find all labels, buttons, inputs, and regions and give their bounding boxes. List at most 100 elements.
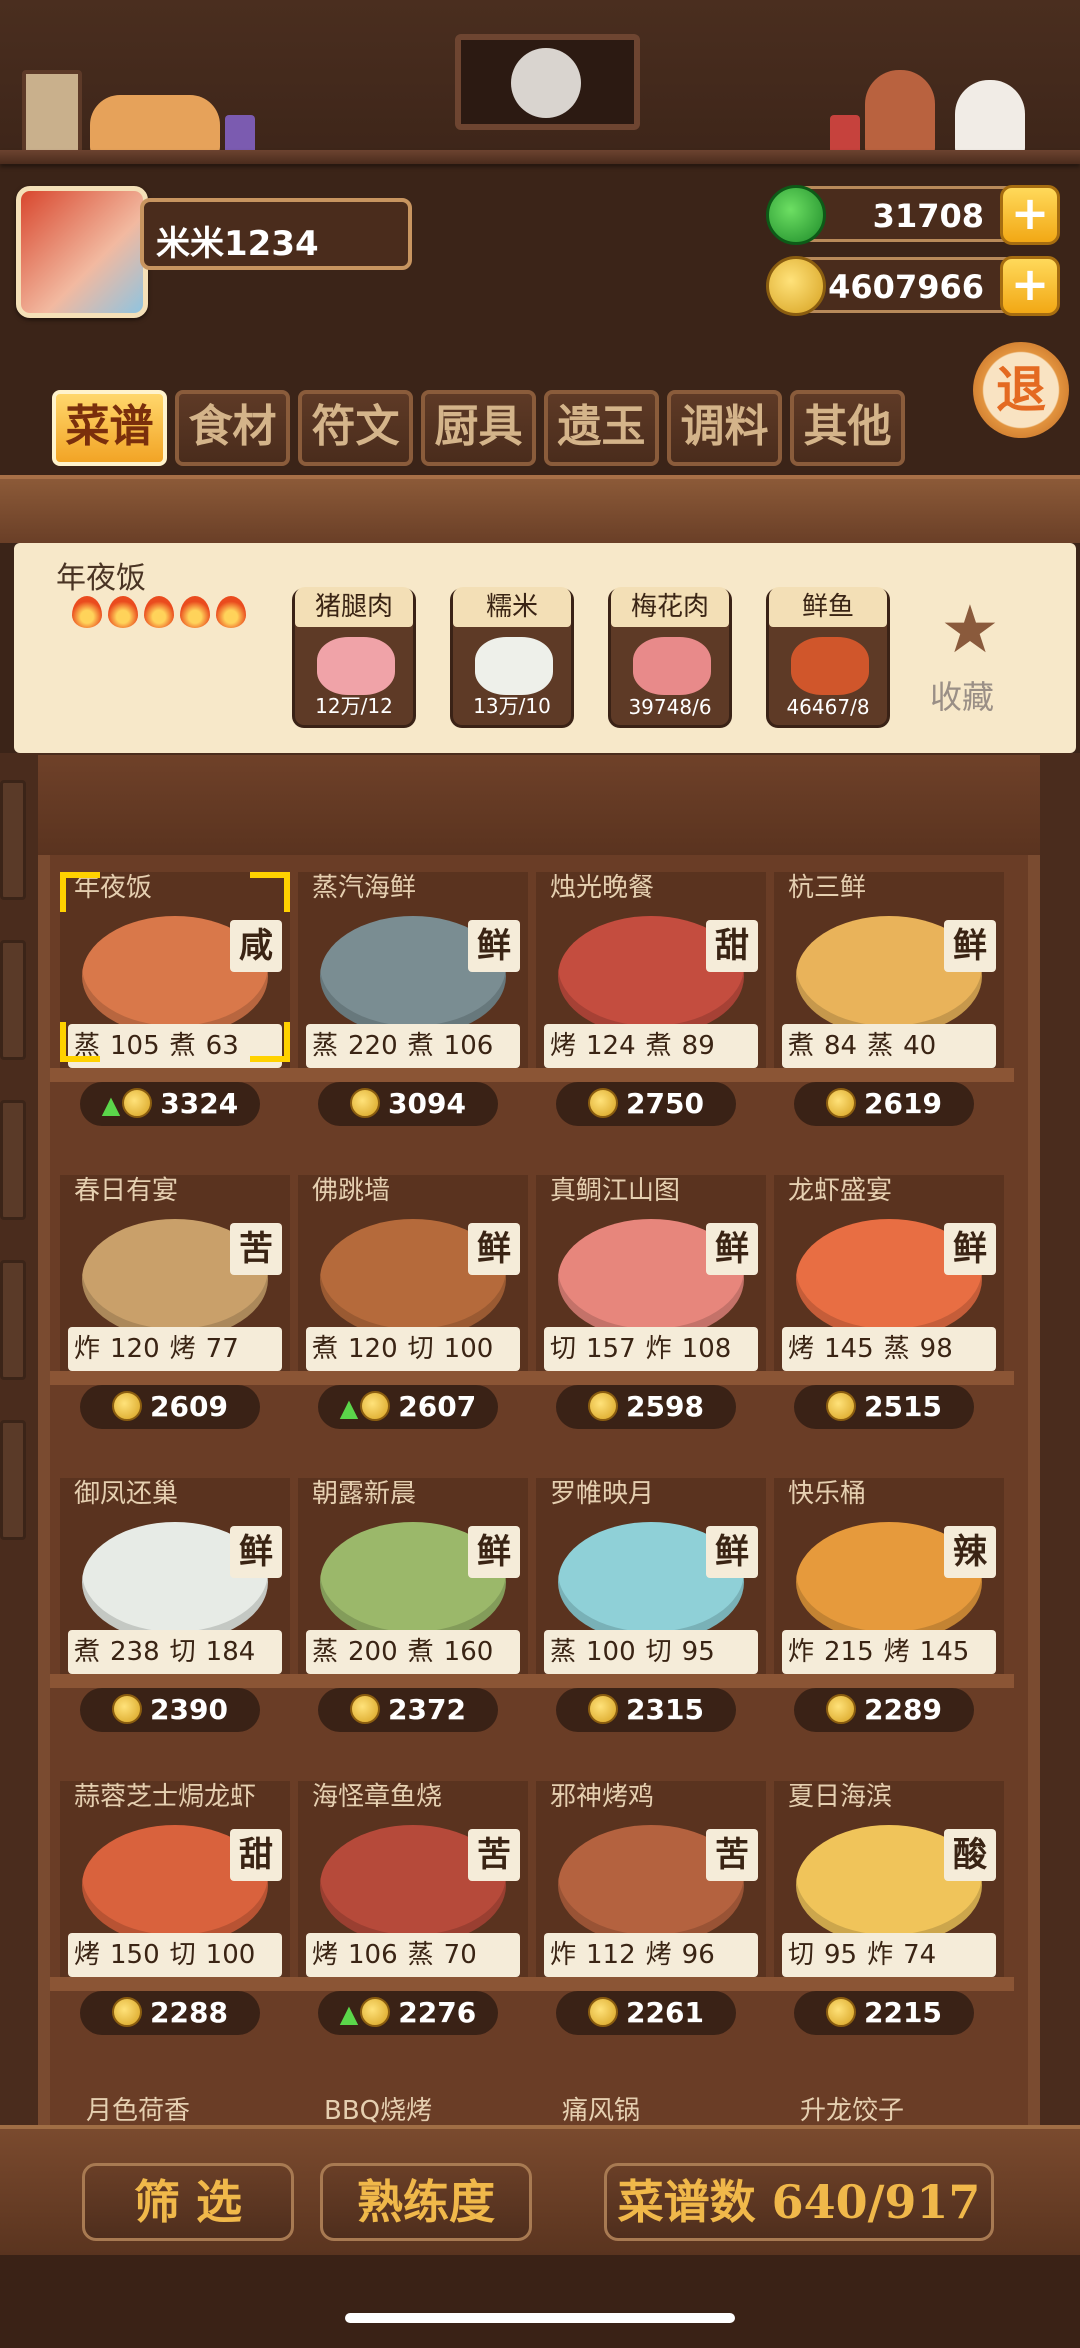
price-tag: 2315 xyxy=(556,1688,736,1732)
recipe-card[interactable]: 佛跳墙鲜煮 120 切 100 ▲ 2607 xyxy=(288,1175,538,1465)
tab-cookware[interactable]: 厨具 xyxy=(421,390,536,466)
skill-2-value: 96 xyxy=(681,1940,715,1970)
recipe-card[interactable]: 春日有宴苦炸 120 烤 77 2609 xyxy=(50,1175,300,1465)
recipe-price: 2750 xyxy=(626,1087,704,1120)
side-slot xyxy=(0,1420,26,1540)
coin-icon xyxy=(350,1088,381,1118)
jade-currency: 31708 + xyxy=(766,185,1060,245)
recipe-card[interactable]: 蒸汽海鲜鲜蒸 220 煮 106 3094 xyxy=(288,872,538,1162)
fresh-fish-icon xyxy=(791,637,869,695)
flavor-badge: 酸 xyxy=(944,1829,996,1881)
skill-1-name: 切 xyxy=(788,1940,815,1970)
tab-ingredients[interactable]: 食材 xyxy=(175,390,290,466)
price-up-arrow-icon: ▲ xyxy=(339,2000,359,2028)
recipe-card[interactable]: 夏日海滨酸切 95 炸 74 2215 xyxy=(764,1781,1014,2071)
flavor-badge: 鲜 xyxy=(944,1223,996,1275)
player-avatar[interactable] xyxy=(16,186,148,318)
tab-runes[interactable]: 符文 xyxy=(298,390,413,466)
shelf-board xyxy=(764,1068,1014,1082)
ingredient-name: 梅花肉 xyxy=(611,587,729,627)
recipe-price: 2315 xyxy=(626,1693,704,1726)
ingredient-slot[interactable]: 梅花肉 39748/6 xyxy=(608,587,732,728)
selection-corner xyxy=(60,872,100,912)
ingredient-count: 13万/10 xyxy=(473,694,551,718)
skill-2-value: 106 xyxy=(443,1031,494,1061)
skill-1-name: 煮 xyxy=(74,1637,101,1667)
flavor-badge: 甜 xyxy=(230,1829,282,1881)
recipe-card[interactable]: 御凤还巢鲜煮 238 切 184 2390 xyxy=(50,1478,300,1768)
skill-1-name: 烤 xyxy=(312,1940,339,1970)
recipe-card[interactable]: 杭三鲜鲜煮 84 蒸 40 2619 xyxy=(764,872,1014,1162)
recipe-card[interactable]: 邪神烤鸡苦炸 112 烤 96 2261 xyxy=(526,1781,776,2071)
ingredient-slot[interactable]: 鲜鱼 46467/8 xyxy=(766,587,890,728)
skill-2-value: 100 xyxy=(443,1334,494,1364)
tab-other[interactable]: 其他 xyxy=(790,390,905,466)
skill-2-name: 切 xyxy=(169,1637,196,1667)
skill-1-value: 95 xyxy=(824,1940,858,1970)
favorite-button[interactable]: ★ 收藏 xyxy=(930,597,1020,720)
side-slot xyxy=(0,780,26,900)
flavor-badge: 鲜 xyxy=(706,1526,758,1578)
flame-icon xyxy=(144,596,174,628)
shelf-board xyxy=(288,1674,538,1688)
price-tag: 2515 xyxy=(794,1385,974,1429)
coin-icon xyxy=(766,256,826,316)
price-tag: 2215 xyxy=(794,1991,974,2035)
recipe-card[interactable]: 快乐桶辣炸 215 烤 145 2289 xyxy=(764,1478,1014,1768)
panel-header-wood xyxy=(0,475,1080,543)
add-jade-button[interactable]: + xyxy=(1000,185,1060,245)
shelf-board xyxy=(288,1371,538,1385)
skill-1-name: 蒸 xyxy=(550,1637,577,1667)
coin-icon xyxy=(360,1391,391,1421)
recipe-name: 夏日海滨 xyxy=(788,1782,893,1812)
tab-relic-jade[interactable]: 遗玉 xyxy=(544,390,659,466)
recipe-name-partial: 升龙饺子 xyxy=(800,2096,905,2126)
flavor-badge: 甜 xyxy=(706,920,758,972)
recipe-card[interactable]: 蒜蓉芝士焗龙虾甜烤 150 切 100 2288 xyxy=(50,1781,300,2071)
category-tabs: 菜谱 食材 符文 厨具 遗玉 调料 其他 xyxy=(52,390,912,470)
proficiency-button[interactable]: 熟练度 xyxy=(320,2163,532,2241)
recipe-name: 御凤还巢 xyxy=(74,1479,179,1509)
tab-seasoning[interactable]: 调料 xyxy=(667,390,782,466)
pork-leg-icon xyxy=(317,637,395,695)
add-coins-button[interactable]: + xyxy=(1000,256,1060,316)
skill-1-name: 炸 xyxy=(74,1334,101,1364)
recipe-card[interactable]: 海怪章鱼烧苦烤 106 蒸 70 ▲ 2276 xyxy=(288,1781,538,2071)
price-tag: 2289 xyxy=(794,1688,974,1732)
shelf-board xyxy=(50,1674,300,1688)
skill-2-name: 蒸 xyxy=(867,1031,894,1061)
recipe-name: 佛跳墙 xyxy=(312,1176,391,1206)
child-character-decoration xyxy=(865,70,935,158)
skill-2-value: 100 xyxy=(205,1940,256,1970)
recipe-price: 2598 xyxy=(626,1390,704,1423)
cooking-skills: 炸 112 烤 96 xyxy=(544,1933,758,1977)
shelf-board xyxy=(764,1371,1014,1385)
recipe-card[interactable]: 罗帷映月鲜蒸 100 切 95 2315 xyxy=(526,1478,776,1768)
favorite-label: 收藏 xyxy=(930,678,995,716)
ingredient-slot[interactable]: 猪腿肉 12万/12 xyxy=(292,587,416,728)
tab-recipes[interactable]: 菜谱 xyxy=(52,390,167,466)
skill-2-name: 烤 xyxy=(883,1637,910,1667)
recipe-name: 海怪章鱼烧 xyxy=(312,1782,443,1812)
filter-button[interactable]: 筛 选 xyxy=(82,2163,294,2241)
shelf-board xyxy=(526,1371,776,1385)
recipe-card[interactable]: 龙虾盛宴鲜烤 145 蒸 98 2515 xyxy=(764,1175,1014,1465)
home-indicator[interactable] xyxy=(345,2313,735,2323)
recipe-price: 2276 xyxy=(398,1996,477,2029)
skill-1-name: 煮 xyxy=(788,1031,815,1061)
recipe-card[interactable]: 朝露新晨鲜蒸 200 煮 160 2372 xyxy=(288,1478,538,1768)
recipe-card[interactable]: 烛光晚餐甜烤 124 煮 89 2750 xyxy=(526,872,776,1162)
recipe-name: 杭三鲜 xyxy=(788,873,867,903)
skill-2-name: 蒸 xyxy=(883,1334,910,1364)
exit-button[interactable]: 退 xyxy=(973,342,1069,438)
ingredient-slot[interactable]: 糯米 13万/10 xyxy=(450,587,574,728)
coin-icon xyxy=(826,1997,857,2027)
cooking-skills: 蒸 100 切 95 xyxy=(544,1630,758,1674)
recipe-card[interactable]: 真鲷江山图鲜切 157 炸 108 2598 xyxy=(526,1175,776,1465)
skill-1-name: 切 xyxy=(550,1334,577,1364)
recipe-card[interactable]: 年夜饭咸蒸 105 煮 63 ▲ 3324 xyxy=(50,872,300,1162)
price-tag: 2390 xyxy=(80,1688,260,1732)
ingredient-count: 46467/8 xyxy=(786,695,870,719)
skill-1-name: 煮 xyxy=(312,1334,339,1364)
shelf-board xyxy=(526,1068,776,1082)
